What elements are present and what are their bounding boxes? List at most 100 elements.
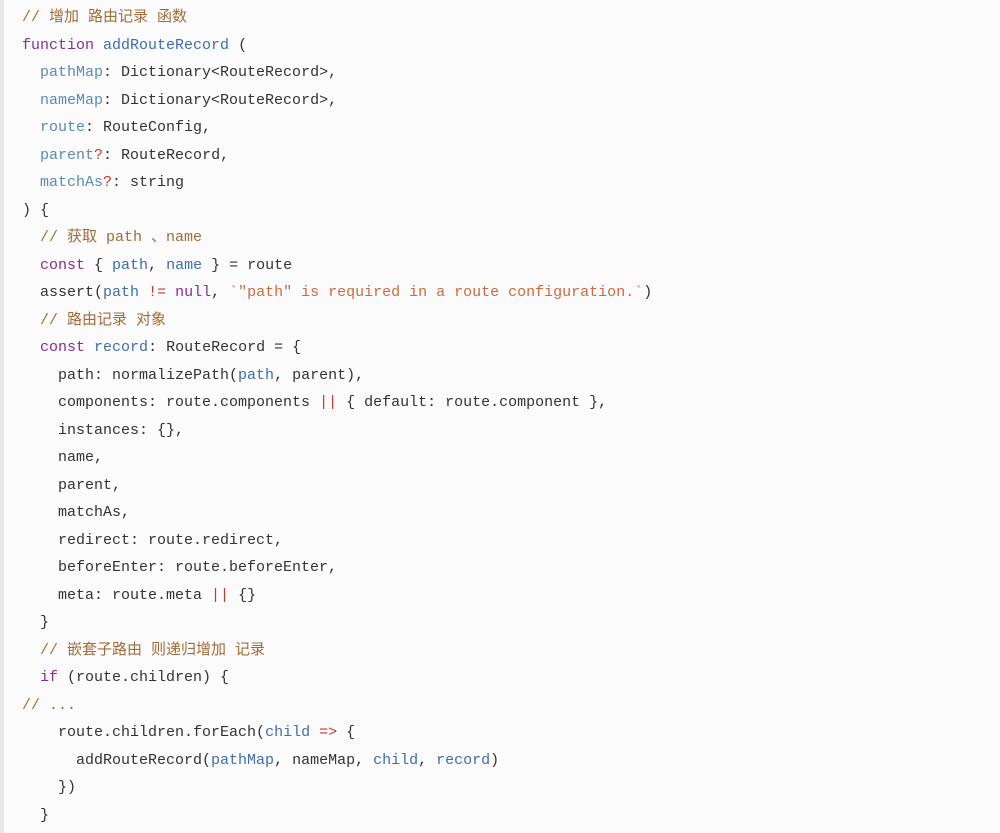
code-token: function [22,37,94,54]
code-token: addRouteRecord [103,37,229,54]
code-token: path [112,257,148,274]
code-line: // 获取 path 、name [22,224,1000,252]
code-token: name [166,257,202,274]
code-line: parent?: RouteRecord, [22,142,1000,170]
code-line: if (route.children) { [22,664,1000,692]
code-token: pathMap [40,64,103,81]
code-token: route.children.forEach( [58,724,265,741]
code-token: // ... [22,697,76,714]
code-token: , [418,752,436,769]
code-line: // 增加 路由记录 函数 [22,4,1000,32]
code-token: null [175,284,211,301]
code-line: const record: RouteRecord = { [22,334,1000,362]
code-line: }) [22,774,1000,802]
code-token: : Dictionary<RouteRecord>, [103,92,337,109]
code-token: child [373,752,418,769]
code-token: redirect: route.redirect, [58,532,283,549]
code-token: meta: route.meta [58,587,211,604]
code-token: : RouteConfig, [85,119,211,136]
code-token: parent, [58,477,121,494]
code-token: `"path" is required in a route configura… [229,284,643,301]
code-token: // 嵌套子路由 则递归增加 记录 [40,642,265,659]
code-token: ) { [22,202,49,219]
code-token: != [148,284,166,301]
code-token: { [85,257,112,274]
code-line: redirect: route.redirect, [22,527,1000,555]
code-token: matchAs [40,174,103,191]
code-token: || [319,394,337,411]
code-line: } [22,609,1000,637]
code-token: } [40,807,49,824]
code-token: addRouteRecord( [76,752,211,769]
code-token: if [40,669,58,686]
code-token: (route.children) { [58,669,229,686]
code-token: pathMap [211,752,274,769]
code-token: beforeEnter: route.beforeEnter, [58,559,337,576]
code-line: const { path, name } = route [22,252,1000,280]
code-line: route.children.forEach(child => { [22,719,1000,747]
code-token: {} [229,587,256,604]
code-token: ? [103,174,112,191]
code-line: parent, [22,472,1000,500]
code-token [166,284,175,301]
code-token: record [436,752,490,769]
code-token: path [103,284,139,301]
code-line: // 嵌套子路由 则递归增加 记录 [22,637,1000,665]
code-token: const [40,257,85,274]
code-token [85,339,94,356]
code-line: path: normalizePath(path, parent), [22,362,1000,390]
code-token: : Dictionary<RouteRecord>, [103,64,337,81]
code-line: ) { [22,197,1000,225]
code-line: beforeEnter: route.beforeEnter, [22,554,1000,582]
code-token: route [40,119,85,136]
code-token: // 增加 路由记录 函数 [22,9,187,26]
code-token: parent [40,147,94,164]
code-token: path [238,367,274,384]
code-token: assert( [40,284,103,301]
code-line: route: RouteConfig, [22,114,1000,142]
code-token: : string [112,174,184,191]
code-line: matchAs, [22,499,1000,527]
code-line: components: route.components || { defaul… [22,389,1000,417]
code-token: matchAs, [58,504,130,521]
code-token: // 获取 path 、name [40,229,202,246]
code-token: instances: {}, [58,422,184,439]
code-token: : RouteRecord = { [148,339,301,356]
code-token: , [148,257,166,274]
code-token: => [319,724,337,741]
code-token: : RouteRecord, [103,147,229,164]
code-token: } = route [202,257,292,274]
code-line: // 路由记录 对象 [22,307,1000,335]
code-token [139,284,148,301]
code-token: path: normalizePath( [58,367,238,384]
code-token [310,724,319,741]
code-line: function addRouteRecord ( [22,32,1000,60]
code-token: child [265,724,310,741]
code-line: matchAs?: string [22,169,1000,197]
code-token: , [211,284,229,301]
code-token [94,37,103,54]
code-token: { default: route.component }, [337,394,607,411]
code-token: , nameMap, [274,752,373,769]
code-line: pathMap: Dictionary<RouteRecord>, [22,59,1000,87]
code-line: assert(path != null, `"path" is required… [22,279,1000,307]
code-line: meta: route.meta || {} [22,582,1000,610]
code-token: { [337,724,355,741]
code-line: // ... [22,692,1000,720]
code-token: components: route.components [58,394,319,411]
code-line: instances: {}, [22,417,1000,445]
code-line: addRouteRecord(pathMap, nameMap, child, … [22,747,1000,775]
code-token: record [94,339,148,356]
code-line: name, [22,444,1000,472]
code-token: , parent), [274,367,364,384]
code-token: }) [58,779,76,796]
code-token: ? [94,147,103,164]
code-line: nameMap: Dictionary<RouteRecord>, [22,87,1000,115]
code-token: } [40,614,49,631]
code-token: ( [229,37,247,54]
code-token: const [40,339,85,356]
code-block: // 增加 路由记录 函数 function addRouteRecord ( p… [0,0,1000,833]
code-token: ) [643,284,652,301]
code-token: name, [58,449,103,466]
code-token: // 路由记录 对象 [40,312,166,329]
